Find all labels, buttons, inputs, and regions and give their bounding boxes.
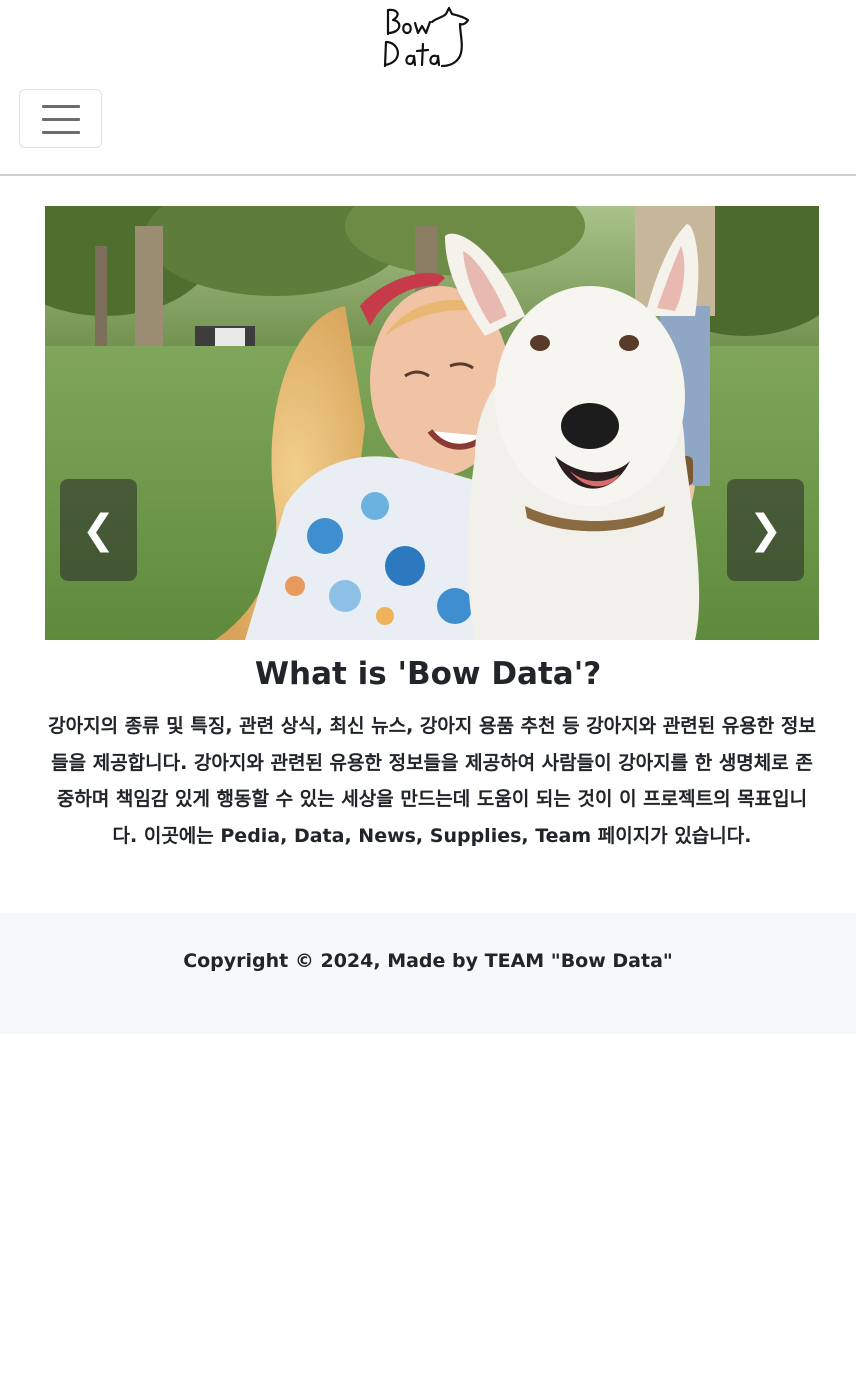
carousel-slide-image — [45, 206, 819, 640]
intro-title: What is 'Bow Data'? — [254, 656, 602, 692]
hamburger-menu-icon-bar — [42, 131, 80, 134]
copyright-text: Copyright © 2024, Made by TEAM "Bow Data… — [183, 950, 673, 972]
hamburger-menu-icon — [42, 105, 80, 108]
chevron-left-icon: ❮ — [81, 507, 116, 553]
site-footer: Copyright © 2024, Made by TEAM "Bow Data… — [0, 913, 856, 1034]
image-carousel: ❮ ❯ — [45, 206, 819, 640]
site-header — [0, 0, 856, 176]
menu-toggle-button[interactable] — [19, 89, 102, 148]
hamburger-menu-icon-bar — [42, 118, 80, 121]
carousel-next-button[interactable]: ❯ — [727, 479, 804, 581]
bow-data-logo[interactable] — [380, 4, 474, 70]
intro-description: 강아지의 종류 및 특징, 관련 상식, 최신 뉴스, 강아지 용품 추천 등 … — [48, 715, 816, 847]
chevron-right-icon: ❯ — [748, 507, 783, 553]
carousel-prev-button[interactable]: ❮ — [60, 479, 137, 581]
